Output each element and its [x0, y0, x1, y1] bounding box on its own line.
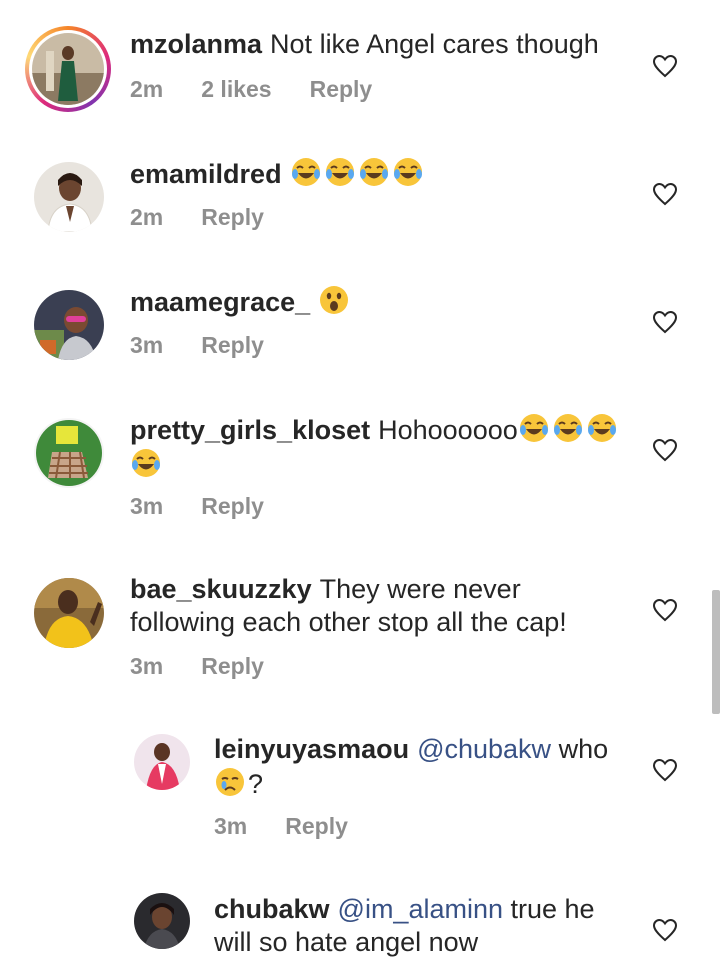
- comment-text: emamildred: [130, 156, 630, 191]
- heart-outline-icon[interactable]: [652, 918, 678, 942]
- reply-button[interactable]: Reply: [201, 204, 264, 230]
- reply-button[interactable]: Reply: [201, 332, 264, 358]
- face-with-tears-of-joy-emoji: [130, 447, 162, 479]
- scrollbar-thumb[interactable]: [712, 590, 720, 714]
- face-with-tears-of-joy-emoji: [324, 156, 356, 188]
- reply-button[interactable]: Reply: [310, 76, 373, 102]
- comment-text: mzolanma Not like Angel cares though: [130, 28, 630, 61]
- comment-username[interactable]: emamildred: [130, 159, 282, 189]
- comment-username[interactable]: chubakw: [214, 894, 330, 924]
- avatar[interactable]: [34, 162, 104, 232]
- comment-username[interactable]: bae_skuuzzky: [130, 574, 312, 604]
- comment-text: maamegrace_: [130, 284, 630, 319]
- comment-meta: 3m Reply: [130, 493, 302, 520]
- heart-outline-icon[interactable]: [652, 758, 678, 782]
- comment-time: 2m: [130, 76, 164, 102]
- comment-likes[interactable]: 2 likes: [201, 76, 271, 102]
- comment-time: 3m: [214, 813, 248, 839]
- comment-body: Hohoooooo: [378, 415, 518, 445]
- avatar[interactable]: [134, 893, 190, 949]
- mention-link[interactable]: @im_alaminn: [338, 894, 503, 924]
- comment-meta: 3m Reply: [214, 813, 386, 840]
- avatar[interactable]: [25, 26, 111, 112]
- comment-text: bae_skuuzzky They were never following ea…: [130, 573, 610, 639]
- reply-button[interactable]: Reply: [285, 813, 348, 839]
- comment-username[interactable]: leinyuyasmaou: [214, 734, 409, 764]
- astonished-face-emoji: [318, 284, 350, 316]
- heart-outline-icon[interactable]: [652, 182, 678, 206]
- face-with-tears-of-joy-emoji: [290, 156, 322, 188]
- comment-body: who: [551, 734, 609, 764]
- comment-text: pretty_girls_kloset Hohoooooo: [130, 412, 620, 482]
- comment-meta: 2m Reply: [130, 204, 302, 231]
- avatar[interactable]: [34, 290, 104, 360]
- comment-time: 3m: [130, 493, 164, 519]
- avatar[interactable]: [134, 734, 190, 790]
- heart-outline-icon[interactable]: [652, 438, 678, 462]
- reply-button[interactable]: Reply: [201, 653, 264, 679]
- comment-body: Not like Angel cares though: [270, 29, 599, 59]
- mention-link[interactable]: @chubakw: [417, 734, 551, 764]
- comment-time: 3m: [130, 653, 164, 679]
- heart-outline-icon[interactable]: [652, 598, 678, 622]
- comment-time: 3m: [130, 332, 164, 358]
- comment-meta: 3m Reply: [130, 332, 302, 359]
- face-with-tears-of-joy-emoji: [552, 412, 584, 444]
- comment-meta: 3m Reply: [130, 653, 302, 680]
- comment-username[interactable]: mzolanma: [130, 29, 262, 59]
- comment-text: chubakw @im_alaminn true he will so hate …: [214, 893, 614, 959]
- comment-username[interactable]: pretty_girls_kloset: [130, 415, 370, 445]
- face-with-tears-of-joy-emoji: [358, 156, 390, 188]
- comment-meta: 2m 2 likes Reply: [130, 76, 410, 103]
- heart-outline-icon[interactable]: [652, 310, 678, 334]
- avatar[interactable]: [34, 578, 104, 648]
- face-with-tears-of-joy-emoji: [392, 156, 424, 188]
- avatar[interactable]: [34, 418, 104, 488]
- face-with-tears-of-joy-emoji: [518, 412, 550, 444]
- comment-body-tail: ?: [248, 769, 264, 799]
- comment-username[interactable]: maamegrace_: [130, 287, 310, 317]
- face-with-tears-of-joy-emoji: [586, 412, 618, 444]
- comment-time: 2m: [130, 204, 164, 230]
- reply-button[interactable]: Reply: [201, 493, 264, 519]
- crying-face-emoji: [214, 766, 246, 798]
- comment-text: leinyuyasmaou @chubakw who?: [214, 733, 634, 801]
- heart-outline-icon[interactable]: [652, 54, 678, 78]
